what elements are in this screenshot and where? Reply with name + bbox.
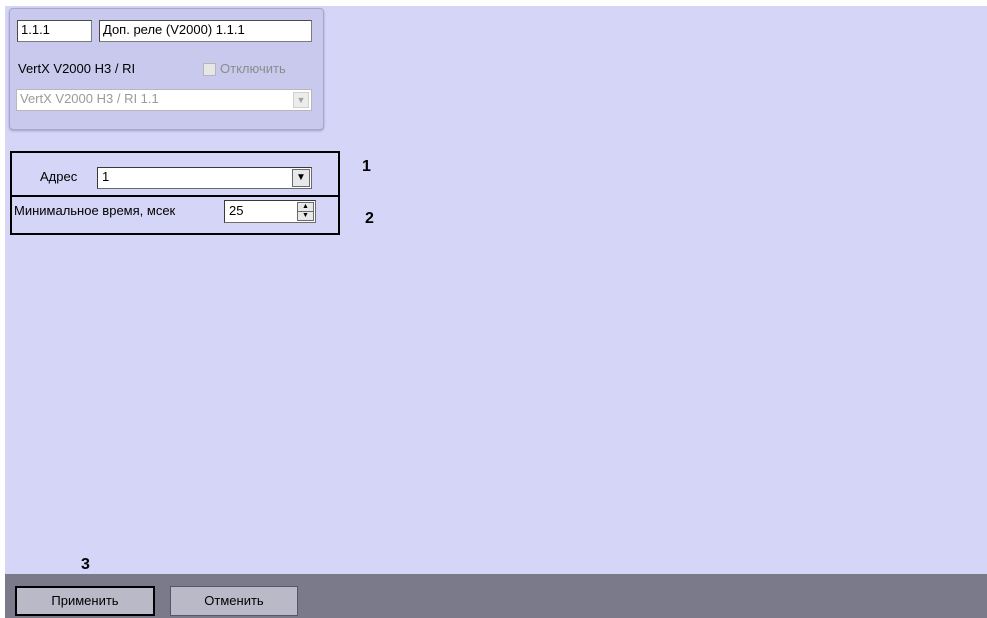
arrow-down-icon[interactable]: ▼ [298, 212, 313, 220]
address-select[interactable]: 1 ▼ [97, 167, 312, 189]
chevron-down-icon[interactable]: ▼ [292, 169, 310, 187]
min-time-value: 25 [229, 203, 244, 218]
callout-3: 3 [81, 556, 90, 573]
arrow-up-icon[interactable]: ▲ [298, 203, 313, 211]
disable-checkbox[interactable] [203, 63, 216, 76]
min-time-stepper[interactable]: 25 ▲ ▼ [224, 200, 316, 223]
device-type-label: VertX V2000 H3 / RI [18, 61, 136, 76]
parent-device-select[interactable]: VertX V2000 H3 / RI 1.1 ▼ [16, 89, 312, 111]
address-label: Адрес [40, 169, 78, 184]
stepper-buttons[interactable]: ▲ ▼ [297, 202, 314, 221]
device-id-field[interactable]: 1.1.1 [17, 20, 92, 42]
device-name-field[interactable]: Доп. реле (V2000) 1.1.1 [99, 20, 312, 42]
apply-button[interactable]: Применить [15, 586, 155, 616]
address-value: 1 [102, 169, 110, 184]
disable-checkbox-label: Отключить [220, 61, 286, 76]
min-time-label: Минимальное время, мсек [14, 203, 176, 218]
parent-device-value: VertX V2000 H3 / RI 1.1 [20, 91, 159, 106]
chevron-down-icon: ▼ [293, 92, 309, 108]
cancel-button[interactable]: Отменить [170, 586, 298, 616]
callout-2: 2 [365, 210, 374, 227]
callout-1: 1 [362, 158, 371, 175]
